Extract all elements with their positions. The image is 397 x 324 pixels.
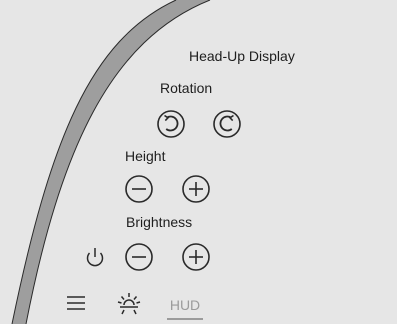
rotate-right-button[interactable] <box>210 107 244 141</box>
menu-button[interactable] <box>59 287 93 321</box>
hud-tab-underline <box>167 317 203 320</box>
minus-circle-icon <box>125 175 153 203</box>
height-decrease-button[interactable] <box>122 172 156 206</box>
rotate-clockwise-icon <box>213 110 241 138</box>
power-icon <box>86 248 104 267</box>
brightness-label: Brightness <box>126 214 193 230</box>
hud-tab-label: HUD <box>169 296 201 313</box>
height-increase-button[interactable] <box>179 172 213 206</box>
rotate-counterclockwise-icon <box>157 110 185 138</box>
hamburger-menu-icon <box>67 296 85 310</box>
brightness-decrease-button[interactable] <box>122 240 156 274</box>
plus-circle-icon <box>182 243 210 271</box>
rotation-label: Rotation <box>160 80 213 96</box>
hud-tab[interactable]: HUD <box>163 292 207 322</box>
height-label: Height <box>125 148 166 164</box>
rotate-left-button[interactable] <box>154 107 188 141</box>
minus-circle-icon <box>125 243 153 271</box>
power-button[interactable] <box>78 240 112 274</box>
sun-icon <box>117 293 141 315</box>
plus-circle-icon <box>182 175 210 203</box>
hud-settings-screen: Head-Up Display Rotation Height Brightne… <box>0 0 397 324</box>
brightness-tab-button[interactable] <box>112 287 146 321</box>
panel-title: Head-Up Display <box>189 48 295 64</box>
brightness-increase-button[interactable] <box>179 240 213 274</box>
